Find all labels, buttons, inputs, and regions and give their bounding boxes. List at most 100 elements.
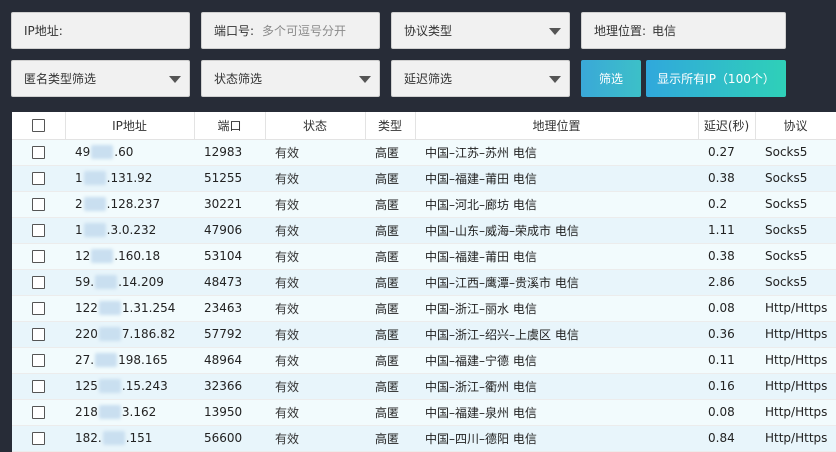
row-check-cell[interactable] — [12, 139, 65, 166]
location-cell: 中国–福建–莆田 电信 — [415, 165, 698, 192]
status-select-label: 状态筛选 — [214, 72, 263, 86]
status-select[interactable]: 状态筛选 — [201, 60, 380, 97]
protocol-select-label: 协议类型 — [404, 24, 453, 38]
table-row[interactable]: 1 .131.92 51255 有效 高匿 中国–福建–莆田 电信 0.38 Socks5 — [12, 165, 836, 192]
port-cell: 13950 — [194, 399, 265, 426]
location-input[interactable]: 地理位置: 电信 — [581, 12, 786, 49]
ip-cell: 220 7.186.82 — [65, 321, 194, 348]
row-check-cell[interactable] — [12, 399, 65, 426]
latency-select[interactable]: 延迟筛选 — [391, 60, 570, 97]
status-cell: 有效 — [265, 399, 365, 426]
show-all-button[interactable]: 显示所有IP（100个） — [646, 60, 786, 97]
row-check-cell[interactable] — [12, 191, 65, 218]
filter-button[interactable]: 筛选 — [581, 60, 641, 97]
ip-cell: 122 1.31.254 — [65, 295, 194, 322]
table-row[interactable]: 49.60 12983 有效 高匿 中国–江苏–苏州 电信 0.27 Socks5 — [12, 139, 836, 166]
location-cell: 中国–江西–鹰潭–贵溪市 电信 — [415, 269, 698, 296]
row-checkbox[interactable] — [32, 328, 45, 341]
row-check-cell[interactable] — [12, 269, 65, 296]
ip-prefix: 2 — [75, 196, 83, 211]
row-check-cell[interactable] — [12, 243, 65, 270]
row-checkbox[interactable] — [32, 302, 45, 315]
protocol-select[interactable]: 协议类型 — [391, 12, 570, 49]
row-check-cell[interactable] — [12, 217, 65, 244]
ip-suffix: .128.237 — [106, 196, 161, 211]
redacted-mask — [91, 249, 114, 264]
port-cell: 23463 — [194, 295, 265, 322]
protocol-cell: Http/Https — [755, 347, 836, 374]
row-check-cell[interactable] — [12, 425, 65, 452]
header-type: 类型 — [365, 112, 416, 140]
port-cell: 30221 — [194, 191, 265, 218]
row-checkbox[interactable] — [32, 224, 45, 237]
table-row[interactable]: 2 .128.237 30221 有效 高匿 中国–河北–廊坊 电信 0.2 Socks5 — [12, 191, 836, 218]
header-location: 地理位置 — [415, 112, 699, 140]
select-all-checkbox[interactable] — [31, 119, 45, 133]
chevron-down-icon — [549, 28, 561, 35]
port-input[interactable]: 端口号: 多个可逗号分开 — [201, 12, 380, 49]
ip-prefix: 49 — [75, 144, 91, 159]
ip-suffix: .3.0.232 — [106, 222, 157, 237]
table-row[interactable]: 218 3.162 13950 有效 高匿 中国–福建–泉州 电信 0.08 Http/Htt… — [12, 399, 836, 426]
ip-prefix: 1 — [75, 170, 83, 185]
row-checkbox[interactable] — [32, 198, 45, 211]
row-check-cell[interactable] — [12, 295, 65, 322]
row-checkbox[interactable] — [32, 276, 45, 289]
chevron-down-icon — [359, 76, 371, 83]
latency-cell: 1.11 — [698, 217, 755, 244]
row-check-cell[interactable] — [12, 373, 65, 400]
row-check-cell[interactable] — [12, 347, 65, 374]
table-row[interactable]: 220 7.186.82 57792 有效 高匿 中国–浙江–绍兴–上虞区 电信 0.36 H… — [12, 321, 836, 348]
anon-type-select[interactable]: 匿名类型筛选 — [11, 60, 190, 97]
row-check-cell[interactable] — [12, 165, 65, 192]
ip-suffix: .131.92 — [106, 170, 153, 185]
type-cell: 高匿 — [365, 347, 415, 374]
table-row[interactable]: 182. .151 56600 有效 高匿 中国–四川–德阳 电信 0.84 Http/Htt… — [12, 425, 836, 452]
type-cell: 高匿 — [365, 399, 415, 426]
redacted-mask — [83, 223, 106, 238]
latency-cell: 0.84 — [698, 425, 755, 452]
latency-cell: 0.11 — [698, 347, 755, 374]
table-row[interactable]: 59. .14.209 48473 有效 高匿 中国–江西–鹰潭–贵溪市 电信 2.86 So… — [12, 269, 836, 296]
port-cell: 47906 — [194, 217, 265, 244]
location-label: 地理位置: — [594, 24, 647, 38]
ip-input[interactable]: IP地址: — [11, 12, 190, 49]
location-cell: 中国–四川–德阳 电信 — [415, 425, 698, 452]
ip-cell: 1 .3.0.232 — [65, 217, 194, 244]
header-latency: 延迟(秒) — [698, 112, 756, 140]
location-cell: 中国–福建–莆田 电信 — [415, 243, 698, 270]
table-row[interactable]: 12 .160.18 53104 有效 高匿 中国–福建–莆田 电信 0.38 Socks5 — [12, 243, 836, 270]
row-checkbox[interactable] — [32, 250, 45, 263]
row-checkbox[interactable] — [32, 146, 45, 159]
row-checkbox[interactable] — [32, 380, 45, 393]
protocol-cell: Socks5 — [755, 217, 836, 244]
ip-cell: 218 3.162 — [65, 399, 194, 426]
table-row[interactable]: 27. 198.165 48964 有效 高匿 中国–福建–宁德 电信 0.11 Http/H… — [12, 347, 836, 374]
type-cell: 高匿 — [365, 373, 415, 400]
table-row[interactable]: 1 .3.0.232 47906 有效 高匿 中国–山东–威海–荣成市 电信 1.11 Soc… — [12, 217, 836, 244]
status-cell: 有效 — [265, 425, 365, 452]
header-status: 状态 — [265, 112, 366, 140]
latency-cell: 0.36 — [698, 321, 755, 348]
row-checkbox[interactable] — [32, 406, 45, 419]
select-all-header[interactable] — [12, 112, 66, 140]
row-checkbox[interactable] — [32, 172, 45, 185]
ip-suffix: 7.186.82 — [121, 326, 176, 341]
header-ip: IP地址 — [65, 112, 195, 140]
protocol-cell: Socks5 — [755, 165, 836, 192]
latency-select-label: 延迟筛选 — [404, 72, 453, 86]
row-checkbox[interactable] — [32, 354, 45, 367]
location-cell: 中国–浙江–衢州 电信 — [415, 373, 698, 400]
latency-cell: 0.08 — [698, 295, 755, 322]
status-cell: 有效 — [265, 321, 365, 348]
row-checkbox[interactable] — [32, 432, 45, 445]
chevron-down-icon — [169, 76, 181, 83]
ip-suffix: .60 — [114, 144, 134, 159]
status-cell: 有效 — [265, 269, 365, 296]
port-cell: 48473 — [194, 269, 265, 296]
table-row[interactable]: 125 .15.243 32366 有效 高匿 中国–浙江–衢州 电信 0.16 Http/H… — [12, 373, 836, 400]
row-check-cell[interactable] — [12, 321, 65, 348]
table-row[interactable]: 122 1.31.254 23463 有效 高匿 中国–浙江–丽水 电信 0.08 Http/… — [12, 295, 836, 322]
type-cell: 高匿 — [365, 269, 415, 296]
ip-cell: 1 .131.92 — [65, 165, 194, 192]
